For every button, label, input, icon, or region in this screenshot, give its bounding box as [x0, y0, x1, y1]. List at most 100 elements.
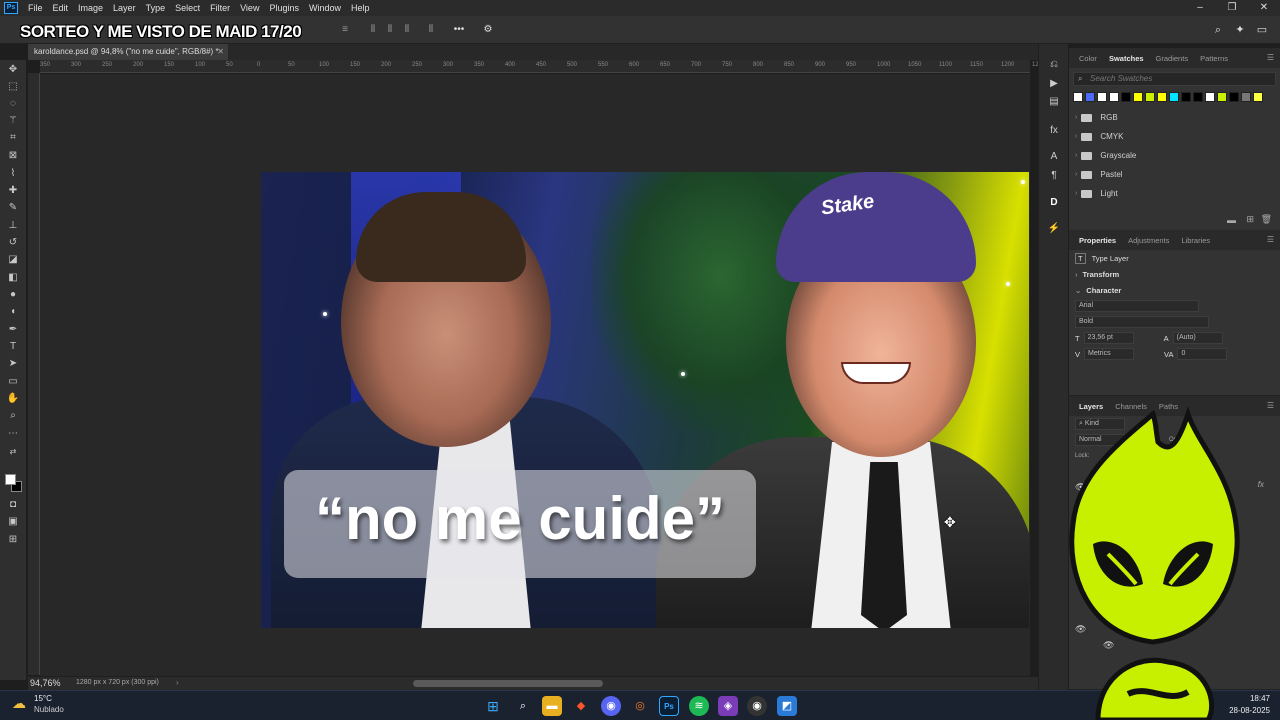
- color-swatch[interactable]: [1217, 92, 1227, 102]
- tab-properties[interactable]: Properties: [1073, 236, 1122, 245]
- leading-field[interactable]: (Auto): [1172, 332, 1223, 344]
- caption-text[interactable]: “no me cuide”: [284, 484, 756, 553]
- horizontal-scrollbar[interactable]: [413, 680, 603, 687]
- quick-mask-icon[interactable]: ◘: [5, 497, 21, 513]
- styles-panel-icon[interactable]: fx: [1047, 124, 1061, 138]
- magic-wand-tool-icon[interactable]: ⚚: [5, 113, 21, 129]
- swap-colors-icon[interactable]: ⇄: [5, 444, 21, 460]
- workspace-icon[interactable]: ▭: [1255, 23, 1269, 37]
- actions-panel-icon[interactable]: ▶: [1047, 77, 1061, 91]
- color-swatch[interactable]: [1205, 92, 1215, 102]
- lasso-tool-icon[interactable]: ◌: [5, 96, 21, 112]
- color-swatch[interactable]: [1181, 92, 1191, 102]
- history-brush-tool-icon[interactable]: ↺: [5, 235, 21, 251]
- menu-plugins[interactable]: Plugins: [265, 3, 305, 13]
- frame-tool-icon[interactable]: ⊠: [5, 148, 21, 164]
- status-expand-icon[interactable]: ›: [176, 678, 179, 687]
- color-swatch[interactable]: [1229, 92, 1239, 102]
- dodge-tool-icon[interactable]: ◖: [5, 304, 21, 320]
- lightbulb-icon[interactable]: ✦: [1233, 23, 1247, 37]
- weather-temperature[interactable]: 15°C: [34, 694, 52, 703]
- tab-gradients[interactable]: Gradients: [1150, 54, 1195, 63]
- marquee-tool-icon[interactable]: ⬚: [5, 79, 21, 95]
- swatch-folder-grayscale[interactable]: › Grayscale: [1069, 146, 1280, 165]
- brave-browser-icon[interactable]: ◆: [571, 696, 591, 716]
- color-swatch[interactable]: [1241, 92, 1251, 102]
- tab-color[interactable]: Color: [1073, 54, 1103, 63]
- ruler-top[interactable]: 350 300 250 200 150 100 50 0 50 100 150 200 250 300 35…: [40, 60, 1045, 73]
- distribute-right-icon[interactable]: ⫴: [400, 23, 414, 37]
- blender-icon[interactable]: ◎: [630, 696, 650, 716]
- search-icon[interactable]: ⌕: [1211, 23, 1225, 37]
- menu-view[interactable]: View: [236, 3, 265, 13]
- weather-description[interactable]: Nublado: [34, 705, 64, 714]
- character-section[interactable]: ⌄ Character: [1069, 282, 1280, 298]
- file-explorer-icon[interactable]: ▬: [542, 696, 562, 716]
- new-swatch-icon[interactable]: ⊞: [1246, 214, 1254, 225]
- color-swatch[interactable]: [1121, 92, 1131, 102]
- clock-time[interactable]: 18:47: [1250, 694, 1270, 703]
- panel-menu-icon[interactable]: ☰: [1267, 401, 1274, 410]
- blur-tool-icon[interactable]: ●: [5, 287, 21, 303]
- close-tab-icon[interactable]: ✕: [217, 44, 224, 60]
- photoshop-logo-icon[interactable]: Ps: [4, 2, 18, 14]
- swatch-folder-cmyk[interactable]: › CMYK: [1069, 127, 1280, 146]
- zoom-level[interactable]: 94,76%: [30, 678, 61, 688]
- tab-adjustments[interactable]: Adjustments: [1122, 236, 1175, 245]
- more-tools-icon[interactable]: ⋯: [5, 426, 21, 442]
- tab-swatches[interactable]: Swatches: [1103, 54, 1150, 63]
- search-icon[interactable]: ⌕: [513, 696, 533, 716]
- move-tool-icon[interactable]: ✥: [5, 62, 21, 78]
- eraser-tool-icon[interactable]: ◪: [5, 252, 21, 268]
- swatch-folder-light[interactable]: › Light: [1069, 184, 1280, 203]
- distribute-space-icon[interactable]: ⫴: [424, 23, 438, 37]
- edit-toolbar-icon[interactable]: ⊞: [5, 532, 21, 548]
- stamp-tool-icon[interactable]: ⊥: [5, 218, 21, 234]
- panel-menu-icon[interactable]: ☰: [1267, 235, 1274, 244]
- comments-panel-icon[interactable]: ▤: [1047, 95, 1061, 109]
- kerning-select[interactable]: Metrics: [1084, 348, 1135, 360]
- new-group-icon[interactable]: ▬: [1227, 215, 1236, 225]
- restore-icon[interactable]: ❐: [1216, 0, 1248, 16]
- color-swatch[interactable]: [1169, 92, 1179, 102]
- crop-tool-icon[interactable]: ⌗: [5, 130, 21, 146]
- brush-tool-icon[interactable]: ✎: [5, 200, 21, 216]
- gradient-tool-icon[interactable]: ◧: [5, 270, 21, 286]
- menu-layer[interactable]: Layer: [109, 3, 142, 13]
- paragraph-panel-icon[interactable]: ¶: [1047, 169, 1061, 183]
- discord-icon[interactable]: ◉: [601, 696, 621, 716]
- color-swatch[interactable]: [1073, 92, 1083, 102]
- app-icon[interactable]: ◩: [777, 696, 797, 716]
- swatch-folder-pastel[interactable]: › Pastel: [1069, 165, 1280, 184]
- foreground-color-swatch[interactable]: [5, 474, 16, 485]
- document-info[interactable]: 1280 px x 720 px (300 ppi): [76, 679, 159, 686]
- tracking-field[interactable]: 0: [1177, 348, 1228, 360]
- menu-select[interactable]: Select: [171, 3, 206, 13]
- close-icon[interactable]: ✕: [1248, 0, 1280, 16]
- vpn-app-icon[interactable]: ◈: [718, 696, 738, 716]
- swatch-folder-rgb[interactable]: › RGB: [1069, 108, 1280, 127]
- gear-icon[interactable]: ⚙: [481, 23, 495, 37]
- healing-brush-tool-icon[interactable]: ✚: [5, 183, 21, 199]
- font-family-select[interactable]: Arial: [1075, 300, 1199, 312]
- more-options-icon[interactable]: •••: [452, 23, 466, 37]
- windows-start-icon[interactable]: ⊞: [483, 696, 503, 716]
- spotify-icon[interactable]: ≋: [689, 696, 709, 716]
- delete-swatch-icon[interactable]: 🗑: [1261, 214, 1272, 225]
- minimize-icon[interactable]: –: [1184, 0, 1216, 16]
- document-tab[interactable]: karoldance.psd @ 94,8% ("no me cuide", R…: [28, 44, 228, 60]
- path-selection-tool-icon[interactable]: ➤: [5, 356, 21, 372]
- color-swatch[interactable]: [1145, 92, 1155, 102]
- rectangle-tool-icon[interactable]: ▭: [5, 374, 21, 390]
- ruler-left[interactable]: [28, 73, 40, 675]
- menu-filter[interactable]: Filter: [206, 3, 236, 13]
- hand-tool-icon[interactable]: ✋: [5, 391, 21, 407]
- menu-file[interactable]: File: [24, 3, 49, 13]
- fx-icon[interactable]: fx: [1258, 480, 1264, 489]
- menu-help[interactable]: Help: [347, 3, 376, 13]
- color-swatch[interactable]: [1133, 92, 1143, 102]
- eyedropper-tool-icon[interactable]: ⌇: [5, 166, 21, 182]
- type-tool-icon[interactable]: T: [5, 339, 21, 355]
- color-swatch[interactable]: [1097, 92, 1107, 102]
- document-canvas[interactable]: Stake “no me cuide”: [261, 172, 1029, 628]
